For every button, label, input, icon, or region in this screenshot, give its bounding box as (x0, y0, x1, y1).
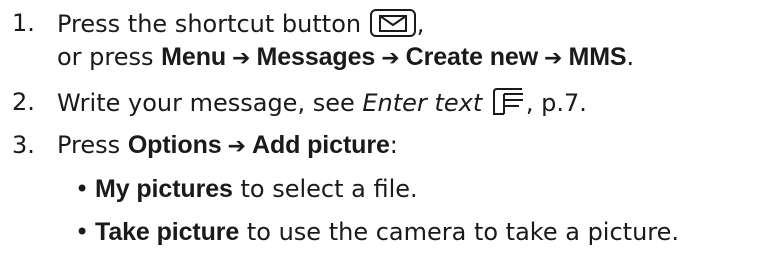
step-number: 1. (12, 9, 35, 37)
step-text: or press (57, 43, 154, 71)
step-number: 2. (12, 88, 35, 116)
arrow-icon: ➔ (381, 46, 400, 71)
menu-label: Options (127, 131, 222, 159)
step-text: Press (57, 131, 121, 159)
option-label: Take picture (95, 218, 240, 246)
option-description: to select a file. (232, 175, 418, 203)
menu-label: Messages (256, 43, 376, 71)
menu-label: MMS (568, 43, 627, 71)
option-label: My pictures (95, 175, 233, 203)
arrow-icon: ➔ (227, 134, 246, 159)
menu-label: Create new (405, 43, 539, 71)
reference-link: Enter text (362, 89, 483, 117)
menu-label: Add picture (251, 131, 390, 159)
pointing-hand-icon (490, 87, 526, 124)
instructions-document: 1. Press the shortcut button , or press … (12, 8, 680, 246)
step-text: Press the shortcut button (57, 10, 362, 38)
step-text: Write your message, see (57, 89, 355, 117)
arrow-icon: ➔ (232, 46, 251, 71)
arrow-icon: ➔ (544, 46, 563, 71)
envelope-key-icon (369, 8, 417, 45)
step-number: 3. (12, 131, 35, 159)
menu-label: Menu (161, 43, 227, 71)
bullet-icon: • (75, 218, 90, 246)
bullet-icon: • (75, 175, 90, 203)
option-description: to use the camera to take a picture. (239, 218, 680, 246)
